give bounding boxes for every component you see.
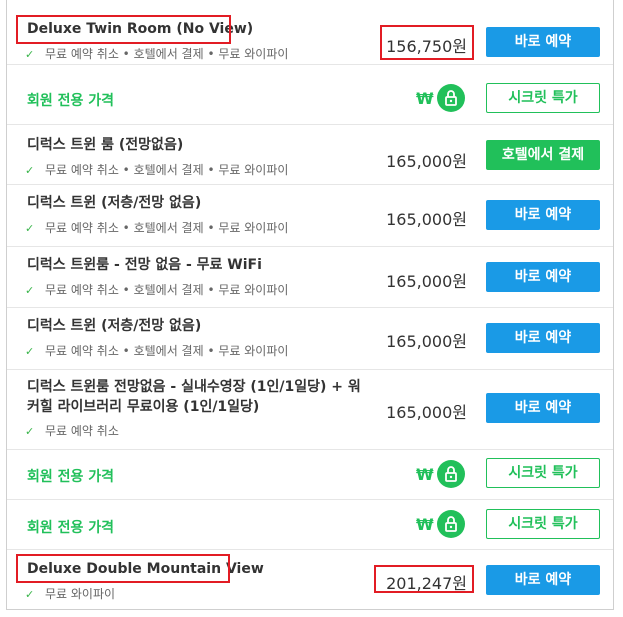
currency-symbol: ₩ [416,515,434,534]
secret-deal-button[interactable]: 시크릿 특가 [486,458,600,488]
highlight-box-price [380,25,474,60]
check-icon: ✓ [25,425,35,438]
room-price: 165,000원 [386,210,467,229]
room-title: 디럭스 트윈 (저층/전망 없음) [27,318,202,334]
member-price-label: 회원 전용 가격 [27,93,115,109]
check-icon: ✓ [25,48,35,61]
currency-symbol: ₩ [416,465,434,484]
room-row: 디럭스 트윈룸 - 전망 없음 - 무료 WiFi ✓ 무료 예약 취소 • 호텔… [7,247,613,308]
room-row: 디럭스 트윈 룸 (전망없음) ✓ 무료 예약 취소 • 호텔에서 결제 • 무료… [7,125,613,185]
book-now-button[interactable]: 바로 예약 [486,323,600,353]
room-price: 165,000원 [386,332,467,351]
book-now-button[interactable]: 바로 예약 [486,393,600,423]
member-price-row: 회원 전용 가격 ₩ 시크릿 특가 [7,450,613,500]
member-price-label: 회원 전용 가격 [27,469,115,485]
member-price-row: 회원 전용 가격 ₩ 시크릿 특가 [7,500,613,550]
room-price: 165,000원 [386,403,467,422]
room-features: ✓ 무료 예약 취소 • 호텔에서 결제 • 무료 와이파이 [25,283,289,297]
room-row: 디럭스 트윈룸 전망없음 - 실내수영장 (1인/1일당) + 워 커힐 라이브… [7,370,613,450]
book-now-button[interactable]: 바로 예약 [486,27,600,57]
room-title: 디럭스 트윈룸 - 전망 없음 - 무료 WiFi [27,257,262,273]
highlight-box-price [374,565,474,593]
highlight-box-title [16,15,231,44]
room-features: ✓ 무료 예약 취소 • 호텔에서 결제 • 무료 와이파이 [25,221,289,235]
room-price: 165,000원 [386,272,467,291]
room-title-line1: 디럭스 트윈룸 전망없음 - 실내수영장 (1인/1일당) + 워 [27,379,361,395]
currency-symbol: ₩ [416,89,434,108]
check-icon: ✓ [25,284,35,297]
room-features: ✓ 무료 예약 취소 • 호텔에서 결제 • 무료 와이파이 [25,47,289,61]
room-features: ✓ 무료 와이파이 [25,587,116,601]
room-row: 디럭스 트윈 (저층/전망 없음) ✓ 무료 예약 취소 • 호텔에서 결제 • … [7,308,613,370]
secret-deal-button[interactable]: 시크릿 특가 [486,83,600,113]
lock-icon [437,460,465,488]
room-features: ✓ 무료 예약 취소 [25,424,119,438]
room-title: 디럭스 트윈 (저층/전망 없음) [27,195,202,211]
room-price: 165,000원 [386,152,467,171]
member-price-row: 회원 전용 가격 ₩ 시크릿 특가 [7,65,613,125]
lock-icon [437,510,465,538]
highlight-box-title [16,554,230,583]
check-icon: ✓ [25,345,35,358]
room-features: ✓ 무료 예약 취소 • 호텔에서 결제 • 무료 와이파이 [25,163,289,177]
secret-deal-button[interactable]: 시크릿 특가 [486,509,600,539]
room-title: 디럭스 트윈 룸 (전망없음) [27,137,184,153]
check-icon: ✓ [25,222,35,235]
check-icon: ✓ [25,588,35,601]
member-price-label: 회원 전용 가격 [27,520,115,536]
book-now-button[interactable]: 바로 예약 [486,565,600,595]
room-title-line2: 커힐 라이브러리 무료이용 (1인/1일당) [27,399,260,415]
pay-at-hotel-button[interactable]: 호텔에서 결제 [486,140,600,170]
book-now-button[interactable]: 바로 예약 [486,262,600,292]
room-row: 디럭스 트윈 (저층/전망 없음) ✓ 무료 예약 취소 • 호텔에서 결제 • … [7,185,613,247]
room-features: ✓ 무료 예약 취소 • 호텔에서 결제 • 무료 와이파이 [25,344,289,358]
lock-icon [437,84,465,112]
check-icon: ✓ [25,164,35,177]
book-now-button[interactable]: 바로 예약 [486,200,600,230]
